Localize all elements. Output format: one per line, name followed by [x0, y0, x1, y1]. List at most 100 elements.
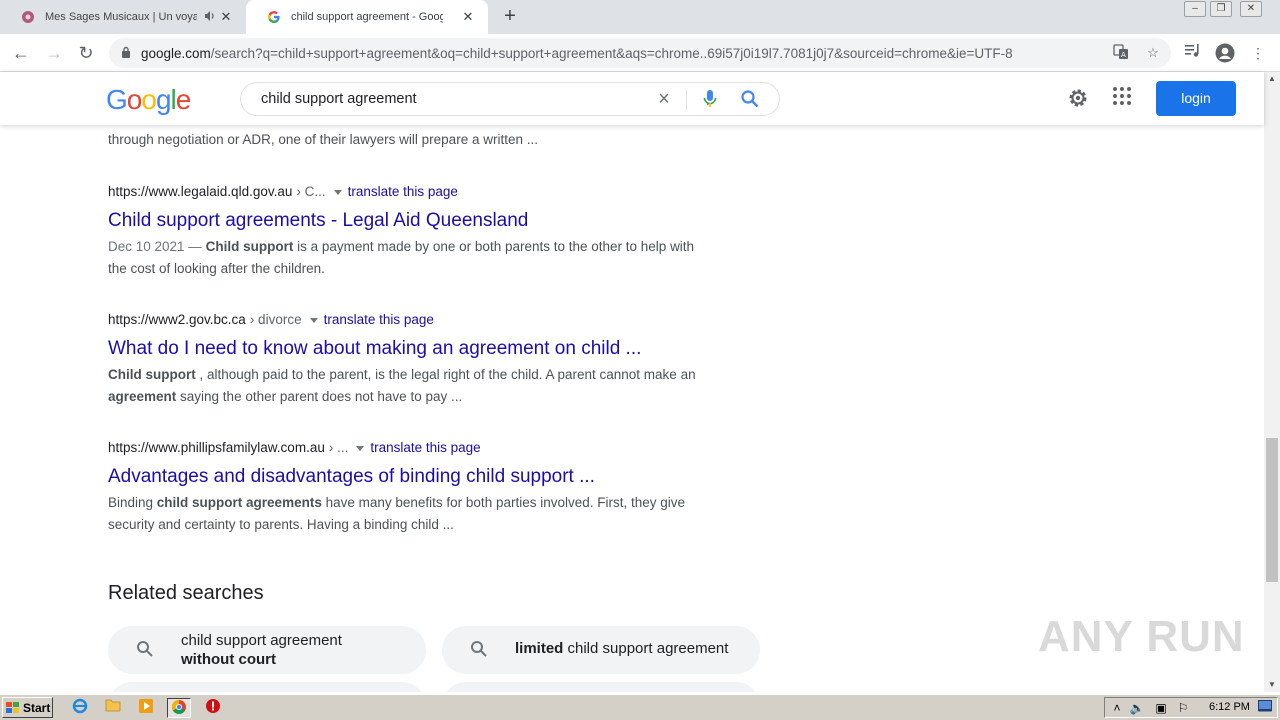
search-icon — [136, 640, 156, 660]
apps-grid-icon[interactable] — [1112, 86, 1136, 110]
gear-icon[interactable] — [1066, 86, 1090, 110]
translate-page-link[interactable]: translate this page — [324, 310, 434, 330]
browser-toolbar: ← → ↻ google.com /search?q=child+support… — [0, 34, 1280, 72]
windows-taskbar: Start ˄ 🔈 ▣ ⚐ 6:12 PM — [0, 694, 1280, 720]
system-tray: ˄ 🔈 ▣ ⚐ 6:12 PM — [1104, 697, 1278, 718]
show-desktop-icon[interactable] — [1257, 700, 1273, 716]
translate-page-link[interactable]: translate this page — [370, 438, 480, 458]
logo-letter: o — [141, 84, 157, 115]
minimize-icon[interactable]: – — [1184, 1, 1206, 17]
partial-snippet: through negotiation or ADR, one of their… — [108, 132, 538, 147]
search-icon — [470, 640, 490, 660]
internet-explorer-icon[interactable] — [68, 698, 92, 718]
result-site-url[interactable]: https://www.phillipsfamilylaw.com.au — [108, 438, 325, 458]
stop-sign-icon[interactable] — [201, 698, 225, 718]
related-search-chip-partial[interactable] — [108, 682, 426, 692]
chip-line1: child support agreement — [181, 632, 342, 649]
caret-down-icon[interactable] — [309, 317, 318, 323]
result-date: Dec 10 2021 — — [108, 239, 202, 254]
result-cite: https://www.phillipsfamilylaw.com.au › .… — [108, 438, 708, 458]
scrollbar-thumb[interactable] — [1266, 438, 1278, 582]
search-input[interactable]: child support agreement × — [240, 82, 780, 116]
result-legal-aid-queensland: https://www.legalaid.qld.gov.au › C... t… — [108, 182, 708, 280]
snippet-text: saying the other parent does not have to… — [176, 389, 463, 404]
browser-menu-icon[interactable]: ⋮ — [1248, 43, 1268, 63]
result-cite: https://www2.gov.bc.ca › divorce transla… — [108, 310, 708, 330]
result-title-link[interactable]: What do I need to know about making an a… — [108, 336, 708, 362]
start-button[interactable]: Start — [2, 697, 53, 718]
tab-close-icon[interactable]: ✕ — [218, 9, 234, 25]
media-controls-icon[interactable] — [1183, 43, 1203, 63]
scroll-down-arrow-icon[interactable]: ▼ — [1264, 678, 1280, 692]
search-icon[interactable] — [740, 89, 760, 109]
related-search-chip-partial[interactable] — [442, 682, 760, 692]
google-favicon-icon — [266, 9, 282, 25]
result-title-link[interactable]: Advantages and disadvantages of binding … — [108, 464, 708, 490]
chip-bold: limited — [515, 640, 564, 657]
result-snippet: Binding child support agreements have ma… — [108, 492, 708, 536]
result-gov-bc-ca: https://www2.gov.bc.ca › divorce transla… — [108, 310, 708, 408]
google-logo[interactable]: Google — [106, 84, 192, 116]
tab-google-search[interactable]: child support agreement - Google Search … — [246, 0, 488, 34]
translate-icon[interactable]: A — [1112, 44, 1130, 62]
media-player-icon[interactable] — [134, 698, 158, 718]
clock: 6:12 PM — [1209, 701, 1250, 713]
divider — [686, 90, 687, 110]
anyrun-watermark: ANY RUN — [1038, 612, 1245, 661]
screen: Mes Sages Musicaux | Un voyage ✕ child s… — [0, 0, 1280, 720]
microphone-icon[interactable] — [702, 89, 718, 109]
google-search-header: Google child support agreement × login — [0, 72, 1264, 125]
related-search-chip-without-court[interactable]: child support agreement without court — [108, 626, 426, 674]
logo-letter: G — [106, 84, 128, 115]
translate-page-link[interactable]: translate this page — [348, 182, 458, 202]
restore-icon[interactable]: ❐ — [1210, 1, 1232, 17]
network-icon[interactable]: ▣ — [1153, 700, 1169, 716]
tab-close-icon[interactable]: ✕ — [460, 9, 476, 25]
result-site-url[interactable]: https://www2.gov.bc.ca — [108, 310, 246, 330]
snippet-bold: child support agreements — [156, 495, 322, 510]
logo-letter: o — [126, 84, 143, 115]
snippet-text: , although paid to the parent, is the le… — [195, 367, 696, 382]
search-query: child support agreement — [261, 91, 417, 107]
result-snippet: Dec 10 2021 — Child support is a payment… — [108, 236, 708, 280]
flag-icon[interactable]: ⚐ — [1175, 700, 1191, 716]
page-scrollbar[interactable]: ▲ ▼ — [1264, 72, 1280, 692]
reload-icon[interactable]: ↻ — [75, 42, 97, 64]
lock-icon[interactable] — [121, 46, 133, 61]
forward-arrow-icon[interactable]: → — [43, 42, 65, 64]
result-title-link[interactable]: Child support agreements - Legal Aid Que… — [108, 208, 708, 234]
speaker-icon[interactable] — [204, 10, 216, 22]
new-tab-button[interactable]: + — [500, 5, 520, 27]
result-snippet: Child support , although paid to the par… — [108, 364, 708, 408]
svg-text:A: A — [1121, 51, 1126, 59]
back-arrow-icon[interactable]: ← — [10, 42, 32, 64]
windows-flag-icon — [6, 701, 20, 714]
caret-down-icon[interactable] — [356, 445, 365, 451]
chip-line2: without court — [181, 651, 276, 668]
result-site-url[interactable]: https://www.legalaid.qld.gov.au — [108, 182, 292, 202]
logo-letter: g — [155, 84, 172, 115]
chrome-taskbar-icon[interactable] — [167, 698, 191, 718]
caret-down-icon[interactable] — [333, 189, 342, 195]
clear-search-icon[interactable]: × — [654, 89, 674, 109]
related-search-chip-limited[interactable]: limited child support agreement — [442, 626, 760, 674]
result-breadcrumb: › ... — [328, 440, 349, 455]
window-close-icon[interactable]: ✕ — [1240, 1, 1262, 17]
snippet-bold: Child support — [205, 239, 294, 254]
volume-icon[interactable]: 🔈 — [1129, 700, 1145, 716]
address-bar[interactable]: google.com /search?q=child+support+agree… — [109, 38, 1171, 68]
profile-avatar-icon[interactable] — [1215, 43, 1235, 63]
chip-rest: child support agreement — [563, 640, 729, 657]
tab-title: Mes Sages Musicaux | Un voyage — [45, 11, 197, 23]
logo-letter: e — [175, 84, 192, 115]
url-host: google.com — [141, 45, 211, 61]
result-phillips-family-law: https://www.phillipsfamilylaw.com.au › .… — [108, 438, 708, 536]
tab-mes-sages-musicaux[interactable]: Mes Sages Musicaux | Un voyage ✕ — [0, 0, 246, 34]
snippet-bold: Child support — [108, 367, 196, 382]
chevron-up-icon[interactable]: ˄ — [1109, 700, 1125, 716]
login-button[interactable]: login — [1156, 81, 1236, 116]
folder-icon[interactable] — [101, 698, 125, 718]
bookmark-star-icon[interactable]: ☆ — [1144, 44, 1162, 62]
result-breadcrumb: › C... — [296, 184, 326, 199]
scroll-up-arrow-icon[interactable]: ▲ — [1264, 72, 1280, 86]
